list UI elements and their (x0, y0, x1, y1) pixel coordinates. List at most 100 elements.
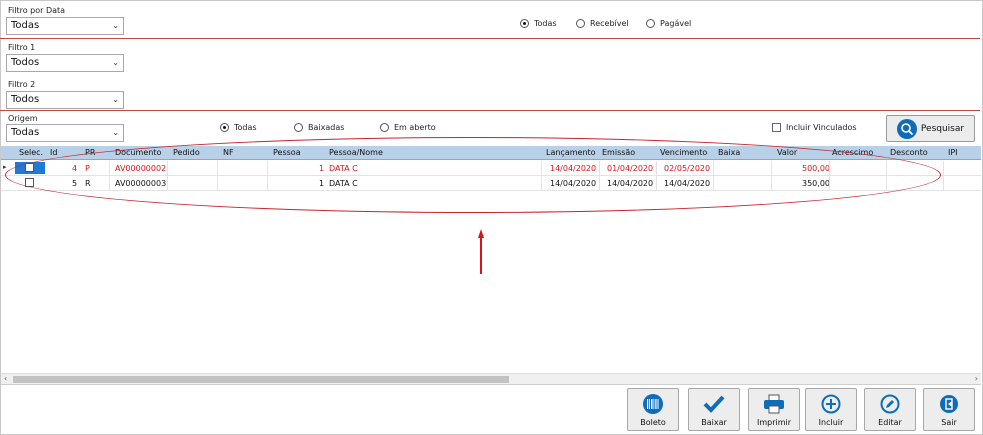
baixar-button[interactable]: Baixar (688, 388, 740, 431)
col-header[interactable]: Baixa (718, 148, 740, 157)
sair-label: Sair (941, 418, 957, 427)
col-header[interactable]: Pessoa (273, 148, 301, 157)
radio-unselected-icon (294, 123, 303, 132)
radio-selected-icon (520, 19, 529, 28)
radio-status-todas[interactable]: Todas (220, 123, 257, 132)
plus-icon (820, 393, 842, 415)
pesquisar-label: Pesquisar (920, 123, 965, 134)
edit-icon (879, 393, 901, 415)
col-header[interactable]: NF (223, 148, 234, 157)
cell-pessoa-nome: DATA C (329, 179, 358, 188)
filtro-data-value: Todas (11, 20, 40, 31)
cell-valor: 350,00 (802, 179, 830, 188)
data-grid: Selec. Id PR Documento Pedido NF Pessoa … (1, 146, 981, 384)
filtro-data-label: Filtro por Data (8, 6, 66, 15)
barcode-icon (642, 393, 664, 415)
col-header[interactable]: Emissão (602, 148, 635, 157)
col-header[interactable]: Selec. (19, 148, 43, 157)
incluir-vinculados-checkbox[interactable]: Incluir Vinculados (772, 123, 857, 132)
sair-button[interactable]: Sair (923, 388, 975, 431)
col-header[interactable]: Pedido (173, 148, 200, 157)
grid-header: Selec. Id PR Documento Pedido NF Pessoa … (1, 146, 981, 160)
checkbox-icon (772, 123, 781, 132)
filtro2-value: Todos (11, 94, 40, 105)
incluir-button[interactable]: Incluir (805, 388, 857, 431)
col-header[interactable]: Documento (115, 148, 161, 157)
filtro1-select[interactable]: Todos ⌄ (6, 54, 124, 72)
row-checkbox[interactable] (25, 163, 34, 172)
table-row[interactable]: ▸ 4 P AV00000002 1 DATA C 14/04/2020 01/… (1, 161, 981, 176)
boleto-label: Boleto (640, 418, 666, 427)
scroll-right-icon[interactable]: › (975, 374, 978, 383)
chevron-down-icon: ⌄ (112, 58, 119, 67)
horizontal-scrollbar[interactable]: ‹ › (1, 373, 981, 384)
radio-status-baixadas[interactable]: Baixadas (294, 123, 344, 132)
scroll-left-icon[interactable]: ‹ (4, 374, 7, 383)
checkmark-icon (703, 393, 725, 415)
editar-button[interactable]: Editar (864, 388, 916, 431)
chevron-down-icon: ⌄ (112, 128, 119, 137)
radio-label: Pagável (660, 19, 692, 28)
origem-value: Todas (11, 127, 40, 138)
radio-tipo-todas[interactable]: Todas (520, 19, 557, 28)
search-icon (896, 118, 917, 139)
origem-select[interactable]: Todas ⌄ (6, 124, 124, 142)
row-pointer-icon: ▸ (3, 163, 7, 171)
col-header[interactable]: Id (50, 148, 57, 157)
row-checkbox[interactable] (25, 178, 34, 187)
incluir-label: Incluir (818, 418, 844, 427)
cell-pessoa: 1 (319, 179, 325, 188)
radio-selected-icon (220, 123, 229, 132)
filtro1-label: Filtro 1 (8, 43, 36, 52)
col-header[interactable]: Lançamento (546, 148, 596, 157)
imprimir-label: Imprimir (756, 418, 792, 427)
pesquisar-button[interactable]: Pesquisar (886, 115, 975, 142)
col-header[interactable]: Vencimento (660, 148, 707, 157)
radio-unselected-icon (576, 19, 585, 28)
cell-emissao: 01/04/2020 (607, 164, 654, 173)
baixar-label: Baixar (701, 418, 727, 427)
radio-tipo-pagavel[interactable]: Pagável (646, 19, 691, 28)
filtro2-label: Filtro 2 (8, 80, 36, 89)
radio-label: Baixadas (308, 123, 345, 132)
radio-label: Recebível (590, 19, 629, 28)
filtro2-select[interactable]: Todos ⌄ (6, 91, 124, 109)
printer-icon (763, 393, 785, 415)
col-header[interactable]: Acrescimo (832, 148, 873, 157)
cell-pr: P (85, 164, 90, 173)
filtro-data-select[interactable]: Todas ⌄ (6, 17, 124, 35)
annotation-arrow-up-icon (478, 229, 484, 274)
cell-lancamento: 14/04/2020 (550, 179, 597, 188)
boleto-button[interactable]: Boleto (627, 388, 679, 431)
radio-tipo-recebivel[interactable]: Recebível (576, 19, 629, 28)
exit-icon (938, 393, 960, 415)
cell-id: 4 (72, 164, 78, 173)
col-header[interactable]: Valor (777, 148, 797, 157)
filtro1-value: Todos (11, 57, 40, 68)
cell-lancamento: 14/04/2020 (550, 164, 597, 173)
cell-valor: 500,00 (802, 164, 830, 173)
cell-pr: R (85, 179, 91, 188)
col-header[interactable]: IPI (948, 148, 958, 157)
editar-label: Editar (878, 418, 902, 427)
select-cell[interactable] (15, 162, 45, 174)
cell-documento: AV00000003 (115, 179, 167, 188)
col-header[interactable]: Pessoa/Nome (329, 148, 383, 157)
radio-status-em-aberto[interactable]: Em aberto (380, 123, 436, 132)
col-header[interactable]: Desconto (890, 148, 928, 157)
radio-label: Em aberto (394, 123, 436, 132)
separator-line (0, 38, 980, 39)
col-header[interactable]: PR (85, 148, 95, 157)
scrollbar-thumb[interactable] (13, 376, 509, 383)
radio-label: Todas (234, 123, 257, 132)
cell-pessoa: 1 (319, 164, 325, 173)
radio-label: Todas (534, 19, 557, 28)
table-row[interactable]: 5 R AV00000003 1 DATA C 14/04/2020 14/04… (1, 176, 981, 191)
select-cell[interactable] (15, 177, 45, 189)
cell-vencimento: 14/04/2020 (664, 179, 711, 188)
cell-documento: AV00000002 (115, 164, 167, 173)
cell-id: 5 (72, 179, 78, 188)
cell-emissao: 14/04/2020 (607, 179, 654, 188)
imprimir-button[interactable]: Imprimir (748, 388, 800, 431)
chevron-down-icon: ⌄ (112, 21, 119, 30)
